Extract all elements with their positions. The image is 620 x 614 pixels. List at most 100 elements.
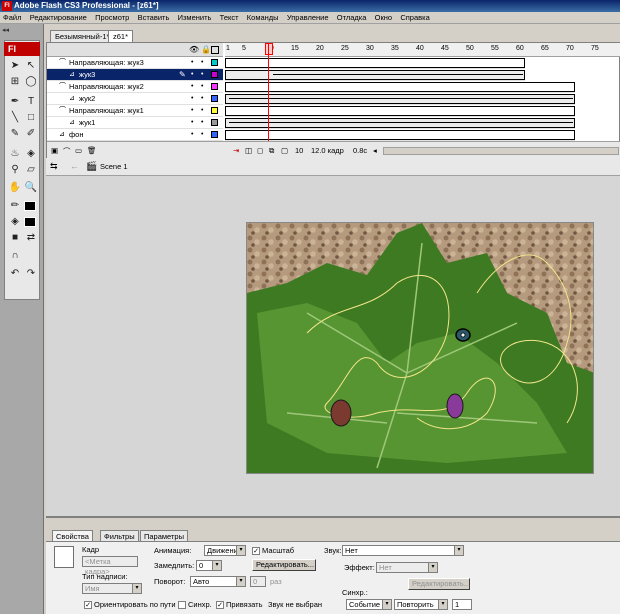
outline-icon[interactable] bbox=[211, 46, 219, 54]
layer-color-swatch[interactable] bbox=[211, 95, 218, 102]
event-select[interactable]: Событие ▾ bbox=[346, 599, 392, 610]
scroll-left-icon[interactable]: ◂ bbox=[373, 146, 377, 155]
frame-span[interactable] bbox=[225, 106, 575, 116]
eraser-icon[interactable]: ▱ bbox=[24, 163, 38, 177]
pencil-tool-icon[interactable]: ✎ bbox=[8, 127, 22, 141]
layer-row[interactable]: ⌒ Направляющая: жук2 • • bbox=[47, 81, 223, 93]
visibility-dot[interactable]: • bbox=[191, 81, 193, 93]
rectangle-tool-icon[interactable]: □ bbox=[24, 111, 38, 125]
menu-file[interactable]: Файл bbox=[0, 12, 24, 24]
frame-row[interactable] bbox=[225, 69, 525, 81]
lock-icon[interactable]: 🔒 bbox=[201, 45, 211, 54]
tab-parameters[interactable]: Параметры bbox=[140, 530, 188, 541]
visibility-dot[interactable]: • bbox=[191, 129, 193, 141]
tween-span[interactable] bbox=[225, 94, 575, 104]
animation-select[interactable]: Движение ▾ bbox=[204, 545, 246, 556]
menu-commands[interactable]: Команды bbox=[244, 12, 282, 24]
layer-color-swatch[interactable] bbox=[211, 71, 218, 78]
ink-bottle-icon[interactable]: ♨ bbox=[8, 147, 22, 161]
frame-span[interactable] bbox=[225, 58, 525, 68]
visibility-dot[interactable]: • bbox=[191, 105, 193, 117]
visibility-dot[interactable]: • bbox=[191, 93, 193, 105]
pen-tool-icon[interactable]: ✒ bbox=[8, 95, 22, 109]
effect-select[interactable]: Нет ▾ bbox=[376, 562, 438, 573]
delete-layer-icon[interactable]: 🗑 bbox=[87, 146, 97, 155]
visibility-dot[interactable]: • bbox=[191, 69, 193, 81]
free-transform-icon[interactable]: ⊞ bbox=[8, 75, 22, 89]
timeline-scrollbar[interactable] bbox=[383, 147, 619, 155]
panel-collapse-icon[interactable]: ◂◂ bbox=[2, 26, 9, 34]
layer-color-swatch[interactable] bbox=[211, 59, 218, 66]
fill-color-icon[interactable]: ◈ bbox=[8, 215, 22, 229]
onion-markers-icon[interactable]: ▢ bbox=[281, 146, 288, 155]
frame-row[interactable] bbox=[225, 57, 525, 69]
stroke-color-icon[interactable]: ✏ bbox=[8, 199, 22, 213]
layer-row[interactable]: ⊿ фон • • bbox=[47, 129, 223, 141]
text-tool-icon[interactable]: T bbox=[24, 95, 38, 109]
frame-grid[interactable] bbox=[225, 57, 620, 141]
menu-help[interactable]: Справка bbox=[397, 12, 432, 24]
beetle-1[interactable] bbox=[330, 399, 352, 427]
label-type-select[interactable]: Имя ▾ bbox=[82, 583, 142, 594]
lock-dot[interactable]: • bbox=[201, 81, 203, 93]
hand-tool-icon[interactable]: ✋ bbox=[8, 181, 22, 195]
menu-control[interactable]: Управление bbox=[284, 12, 332, 24]
layer-color-swatch[interactable] bbox=[211, 119, 218, 126]
frame-row[interactable] bbox=[225, 129, 575, 141]
sync-checkbox[interactable] bbox=[178, 601, 186, 609]
center-frame-icon[interactable]: ⇥ bbox=[233, 146, 239, 155]
lock-dot[interactable]: • bbox=[201, 129, 203, 141]
add-folder-icon[interactable]: ▭ bbox=[75, 146, 82, 155]
lock-dot[interactable]: • bbox=[201, 57, 203, 69]
straighten-icon[interactable]: ↷ bbox=[24, 267, 38, 281]
onion-outline-icon[interactable]: ◻ bbox=[257, 146, 263, 155]
paint-bucket-icon[interactable]: ◈ bbox=[24, 147, 38, 161]
timeline-toggle-icon[interactable]: ⇆ bbox=[50, 161, 58, 172]
lasso-tool-icon[interactable]: ◯ bbox=[24, 75, 38, 89]
swap-colors-icon[interactable]: ⇄ bbox=[24, 231, 38, 245]
tween-span[interactable] bbox=[225, 70, 525, 80]
line-tool-icon[interactable]: ╲ bbox=[8, 111, 22, 125]
playhead-handle[interactable] bbox=[265, 43, 273, 55]
visibility-dot[interactable]: • bbox=[191, 57, 193, 69]
brush-tool-icon[interactable]: ✐ bbox=[24, 127, 38, 141]
rotation-count-input[interactable]: 0 bbox=[250, 576, 266, 587]
fill-color-swatch[interactable] bbox=[24, 217, 36, 227]
stroke-color-swatch[interactable] bbox=[24, 201, 36, 211]
add-guide-icon[interactable]: ⌒ bbox=[63, 146, 71, 157]
layer-row-selected[interactable]: ⊿ жук3 ✎ • • bbox=[47, 69, 223, 81]
beetle-2[interactable] bbox=[446, 393, 464, 419]
menu-modify[interactable]: Изменить bbox=[175, 12, 215, 24]
lock-dot[interactable]: • bbox=[201, 117, 203, 129]
eye-icon[interactable]: 👁 bbox=[189, 45, 199, 54]
scale-checkbox[interactable]: ✓ bbox=[252, 547, 260, 555]
lock-dot[interactable]: • bbox=[201, 93, 203, 105]
snap-magnet-icon[interactable]: ∩ bbox=[8, 249, 22, 263]
lock-dot[interactable]: • bbox=[201, 69, 203, 81]
frame-row[interactable] bbox=[225, 105, 575, 117]
eyedropper-icon[interactable]: ⚲ bbox=[8, 163, 22, 177]
back-arrow-icon[interactable]: ← bbox=[70, 161, 79, 171]
menu-edit[interactable]: Редактирование bbox=[27, 12, 90, 24]
frame-label-input[interactable]: <Метка кадра> bbox=[82, 556, 138, 576]
frame-row[interactable] bbox=[225, 81, 575, 93]
repeat-select[interactable]: Повторить ▾ bbox=[394, 599, 448, 610]
layer-color-swatch[interactable] bbox=[211, 83, 218, 90]
layer-color-swatch[interactable] bbox=[211, 131, 218, 138]
rotation-select[interactable]: Авто ▾ bbox=[190, 576, 246, 587]
layer-color-swatch[interactable] bbox=[211, 107, 218, 114]
sound-select[interactable]: Нет ▾ bbox=[342, 545, 464, 556]
ease-input[interactable]: 0 ▾ bbox=[196, 560, 222, 571]
edit-ease-button[interactable]: Редактировать... bbox=[252, 559, 316, 571]
add-layer-icon[interactable]: ▣ bbox=[51, 146, 58, 155]
tab-z61[interactable]: z61* bbox=[108, 30, 134, 42]
layer-row[interactable]: ⊿ жук1 • • bbox=[47, 117, 223, 129]
selection-tool-icon[interactable]: ➤ bbox=[8, 59, 22, 73]
onion-skin-icon[interactable]: ◫ bbox=[245, 146, 252, 155]
frame-row[interactable] bbox=[225, 117, 575, 129]
edit-sound-button[interactable]: Редактировать... bbox=[408, 578, 470, 590]
layer-row[interactable]: ⌒ Направляющая: жук1 • • bbox=[47, 105, 223, 117]
smooth-icon[interactable]: ↶ bbox=[8, 267, 22, 281]
frame-row[interactable] bbox=[225, 93, 575, 105]
zoom-tool-icon[interactable]: 🔍 bbox=[24, 181, 38, 195]
